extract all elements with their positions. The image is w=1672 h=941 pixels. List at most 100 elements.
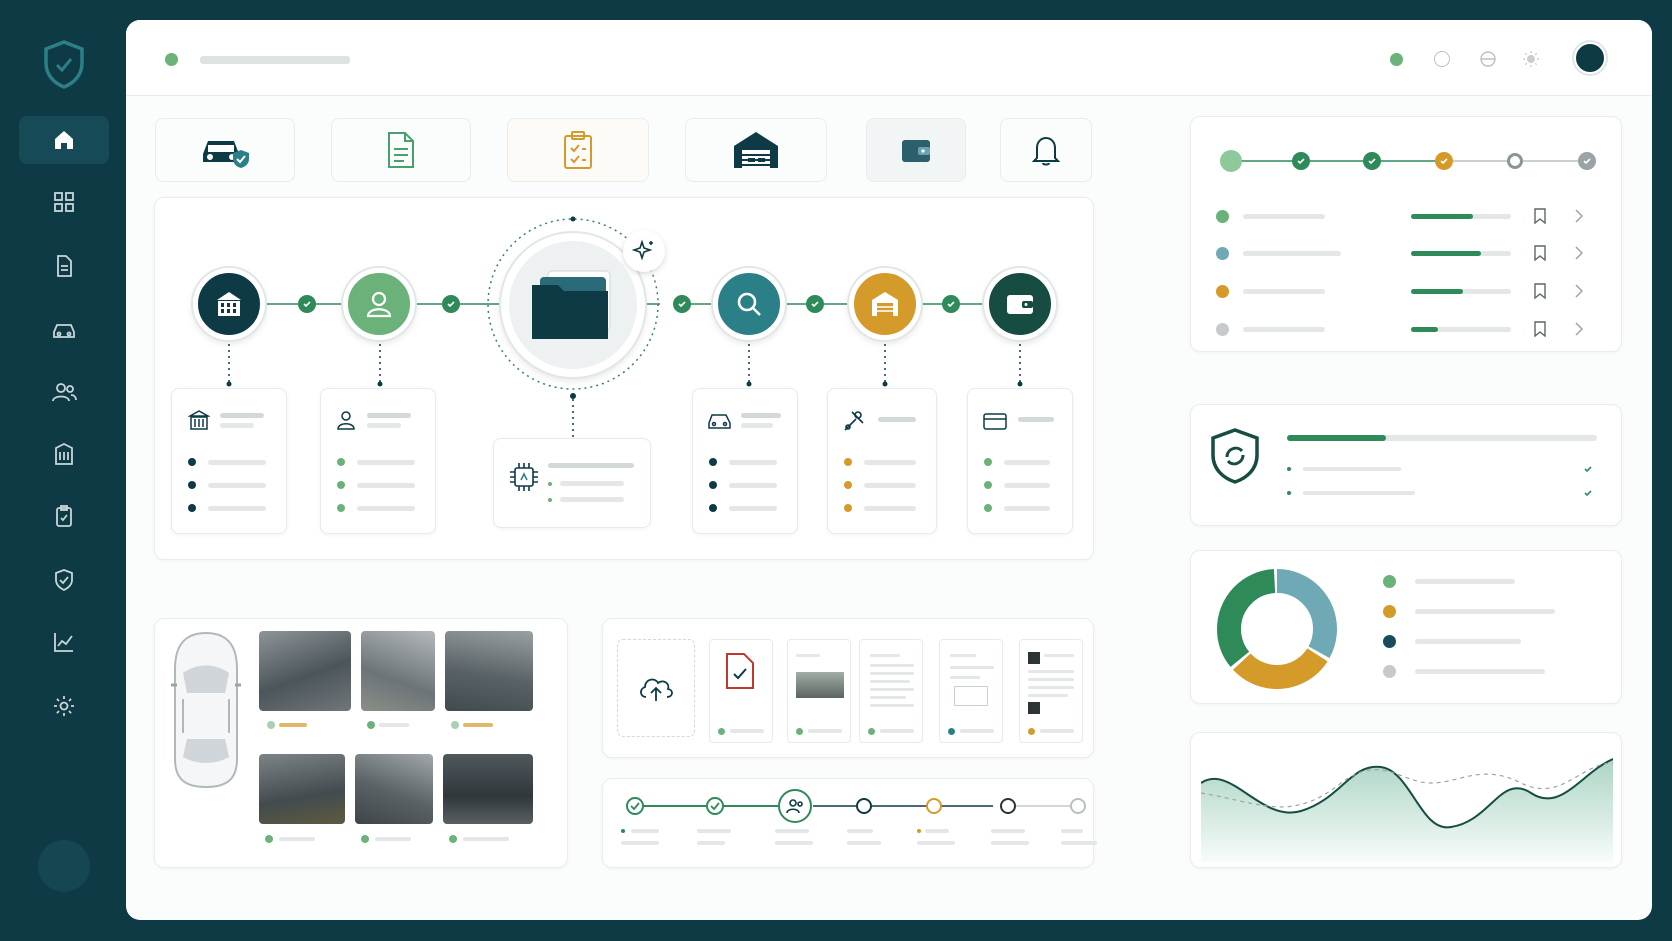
workflow-node-repair-shop[interactable] (849, 268, 921, 340)
tile-checklist[interactable] (507, 118, 649, 182)
chart-line-icon (54, 633, 73, 652)
stage-complete[interactable] (1292, 152, 1310, 170)
car-top-view-icon (171, 631, 241, 789)
workflow-node-inspection[interactable] (713, 268, 785, 340)
step-7-pending[interactable] (1070, 798, 1086, 814)
chevron-right-icon[interactable] (1575, 284, 1583, 298)
breadcrumb-placeholder (200, 56, 350, 64)
stage-in-progress[interactable] (1435, 152, 1453, 170)
damage-photo-3[interactable] (445, 631, 533, 711)
online-indicator (1390, 53, 1403, 66)
step-3-active[interactable] (778, 789, 812, 823)
upload-dropzone[interactable] (617, 639, 695, 737)
sidebar-item-security[interactable] (19, 556, 109, 604)
document-thumb-diagram[interactable] (939, 639, 1003, 743)
bookmark-icon[interactable] (1533, 245, 1547, 261)
sidebar-item-analytics[interactable] (19, 618, 109, 666)
step-4-pending[interactable] (856, 798, 872, 814)
top-bar (126, 20, 1652, 96)
document-icon (388, 132, 414, 168)
workflow-node-client[interactable] (343, 268, 415, 340)
step-complete-icon (806, 295, 824, 313)
tile-garage[interactable] (685, 118, 827, 182)
tile-vehicle-insurance[interactable] (155, 118, 295, 182)
trend-panel (1190, 732, 1622, 868)
repair-detail-card[interactable] (827, 388, 937, 534)
damage-photo-1[interactable] (259, 631, 351, 711)
folder-icon (532, 270, 611, 339)
ai-processing-card[interactable] (493, 438, 651, 528)
sparkle-icon (632, 239, 653, 261)
bookmark-icon[interactable] (1533, 283, 1547, 299)
document-icon (57, 255, 72, 277)
stage-final[interactable] (1578, 152, 1596, 170)
clipboard-check-icon (564, 131, 592, 169)
chevron-right-icon[interactable] (1575, 322, 1583, 336)
payment-detail-card[interactable] (967, 388, 1073, 534)
sidebar (0, 0, 128, 941)
tile-notifications[interactable] (1000, 118, 1092, 182)
step-complete-icon (673, 295, 691, 313)
client-detail-card[interactable] (320, 388, 436, 534)
donut-chart (1217, 569, 1337, 689)
workflow-node-payment[interactable] (984, 268, 1056, 340)
globe-icon[interactable] (1480, 51, 1496, 67)
damage-photo-2[interactable] (361, 631, 435, 711)
user-icon (337, 411, 355, 430)
step-6-pending[interactable] (1000, 798, 1016, 814)
damage-photo-6[interactable] (443, 754, 533, 824)
shield-icon (1211, 428, 1259, 484)
credit-card-icon (983, 413, 1007, 430)
chevron-right-icon[interactable] (1575, 246, 1583, 260)
stage-pending[interactable] (1507, 153, 1523, 169)
tile-documents[interactable] (331, 118, 471, 182)
damage-photo-4[interactable] (259, 754, 345, 824)
sidebar-item-vehicles[interactable] (19, 306, 109, 354)
sidebar-item-users[interactable] (19, 368, 109, 416)
garage-icon (872, 292, 898, 316)
document-thumb-photo[interactable] (787, 639, 851, 743)
sun-icon[interactable] (1522, 50, 1540, 68)
tile-wallet[interactable] (866, 118, 966, 182)
main-panel (126, 20, 1652, 920)
stage-complete[interactable] (1363, 152, 1381, 170)
profile-avatar[interactable] (1574, 42, 1606, 74)
document-thumb-report[interactable] (1019, 639, 1083, 743)
sidebar-item-home[interactable] (19, 116, 109, 164)
pdf-file-icon (726, 653, 754, 689)
step-1-complete[interactable] (626, 797, 644, 815)
shield-check-icon (55, 569, 73, 592)
inspection-detail-card[interactable] (692, 388, 798, 534)
circle-icon[interactable] (1434, 51, 1450, 67)
check-icon (1584, 466, 1592, 473)
sidebar-item-dashboard[interactable] (19, 178, 109, 226)
document-thumb-pdf[interactable] (709, 639, 773, 743)
clipboard-icon (56, 505, 72, 527)
building-icon (55, 442, 73, 465)
sidebar-item-buildings[interactable] (19, 430, 109, 478)
legend-dot (1383, 605, 1396, 618)
stepper-track (643, 805, 1073, 807)
step-2-complete[interactable] (706, 797, 724, 815)
tools-icon (844, 411, 864, 431)
sidebar-item-settings[interactable] (19, 682, 109, 730)
step-5-current[interactable] (926, 798, 942, 814)
claim-stepper-panel (602, 778, 1097, 868)
ai-sparkle-button[interactable] (623, 230, 665, 272)
sidebar-item-documents[interactable] (19, 242, 109, 290)
user-avatar[interactable] (38, 840, 90, 892)
legend-dot (1383, 575, 1396, 588)
sidebar-item-tasks[interactable] (19, 492, 109, 540)
stage-start[interactable] (1220, 150, 1242, 172)
bookmark-icon[interactable] (1533, 321, 1547, 337)
progress-list-panel (1190, 116, 1622, 352)
damage-photo-5[interactable] (355, 754, 433, 824)
area-chart (1201, 758, 1613, 863)
agency-detail-card[interactable] (171, 388, 287, 534)
document-thumb-form[interactable] (859, 639, 923, 743)
chevron-right-icon[interactable] (1575, 209, 1583, 223)
user-icon (366, 291, 392, 318)
check-icon (1584, 490, 1592, 497)
workflow-node-agency[interactable] (193, 268, 265, 340)
bookmark-icon[interactable] (1533, 208, 1547, 224)
